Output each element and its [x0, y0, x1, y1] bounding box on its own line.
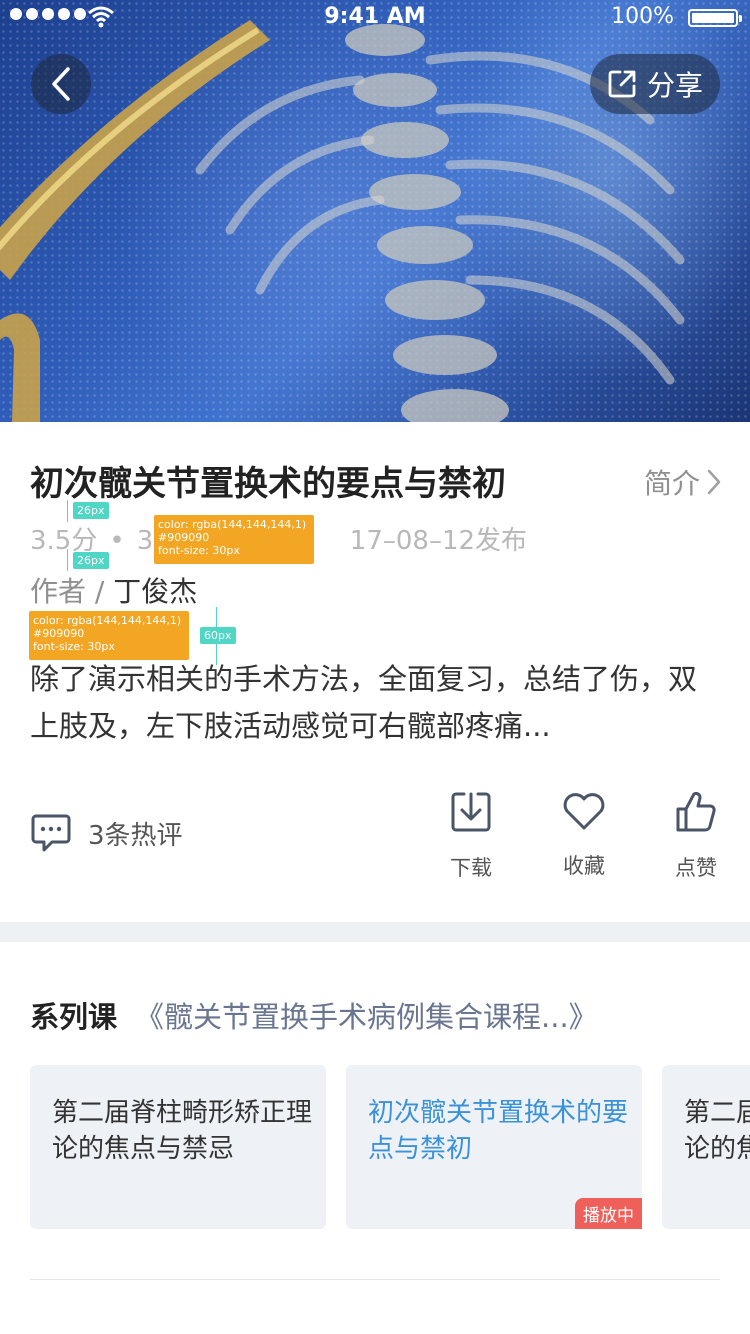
spacing-guide-a [67, 500, 68, 522]
series-card[interactable]: 第二届脊柱畸形矫正理论的焦点与禁忌 [662, 1065, 750, 1229]
author-line: 作者 / 丁俊杰 [30, 570, 197, 610]
spacing-guide-b [67, 549, 68, 571]
download-button[interactable]: 下载 [431, 790, 511, 882]
series-card-title: 第二届脊柱畸形矫正理论的焦点与禁忌 [52, 1098, 313, 1164]
thumbs-up-icon [676, 791, 716, 832]
series-header: 系列课 《髋关节置换手术病例集合课程...》 [30, 994, 598, 1036]
intro-link-label: 简介 [643, 467, 700, 500]
comments-label: 3条热评 [88, 820, 183, 851]
heart-icon [563, 793, 605, 830]
author-prefix: 作者 / [30, 575, 114, 608]
share-label: 分享 [646, 69, 703, 102]
bottom-divider [30, 1279, 720, 1280]
style-annotation-1: color: rgba(144,144,144,1) #909090 font-… [154, 515, 314, 564]
series-card-title: 第二届脊柱畸形矫正理论的焦点与禁忌 [684, 1098, 750, 1164]
series-name[interactable]: 《髋关节置换手术病例集合课程...》 [135, 1000, 598, 1034]
like-button[interactable]: 点赞 [656, 790, 736, 882]
intro-link[interactable]: 简介 [644, 462, 722, 502]
spacing-tag-b: 26px [73, 552, 109, 569]
download-icon [451, 792, 491, 832]
favorite-button[interactable]: 收藏 [544, 790, 624, 880]
publish-date: 17–08–12发布 [349, 526, 528, 556]
spacing-tag-c: 60px [200, 627, 236, 644]
style-annotation-2: color: rgba(144,144,144,1) #909090 font-… [29, 611, 189, 660]
now-playing-badge: 播放中 [575, 1198, 642, 1229]
series-label: 系列课 [30, 1000, 118, 1034]
spacing-tag-a: 26px [73, 502, 109, 519]
series-card[interactable]: 第二届脊柱畸形矫正理论的焦点与禁忌 [30, 1065, 326, 1229]
favorite-label: 收藏 [563, 854, 605, 878]
comment-icon [31, 814, 71, 852]
course-title: 初次髋关节置换术的要点与禁初 [30, 464, 506, 504]
battery-icon [688, 9, 742, 27]
back-button[interactable] [31, 54, 91, 114]
author-name: 丁俊杰 [113, 575, 198, 608]
status-bar: 9:41 AM 100% [0, 0, 750, 36]
share-button[interactable]: 分享 [590, 54, 720, 114]
hero-image: 9:41 AM 100% 分享 [0, 0, 750, 422]
chevron-right-icon [707, 469, 721, 495]
section-divider [0, 922, 750, 942]
battery-percent: 100% [611, 4, 674, 29]
series-card-list: 第二届脊柱畸形矫正理论的焦点与禁忌 初次髋关节置换术的要点与禁初 播放中 第二届… [30, 1065, 750, 1229]
like-label: 点赞 [675, 856, 717, 880]
course-description: 除了演示相关的手术方法，全面复习，总结了伤，双上肢及，左下肢活动感觉可右髋部疼痛… [30, 662, 698, 743]
series-card-title: 初次髋关节置换术的要点与禁初 [368, 1098, 629, 1164]
series-card-active[interactable]: 初次髋关节置换术的要点与禁初 播放中 [346, 1065, 642, 1229]
back-icon [52, 67, 70, 101]
download-label: 下载 [450, 856, 492, 880]
comments-button[interactable]: 3条热评 [30, 812, 183, 854]
share-icon [608, 70, 636, 98]
